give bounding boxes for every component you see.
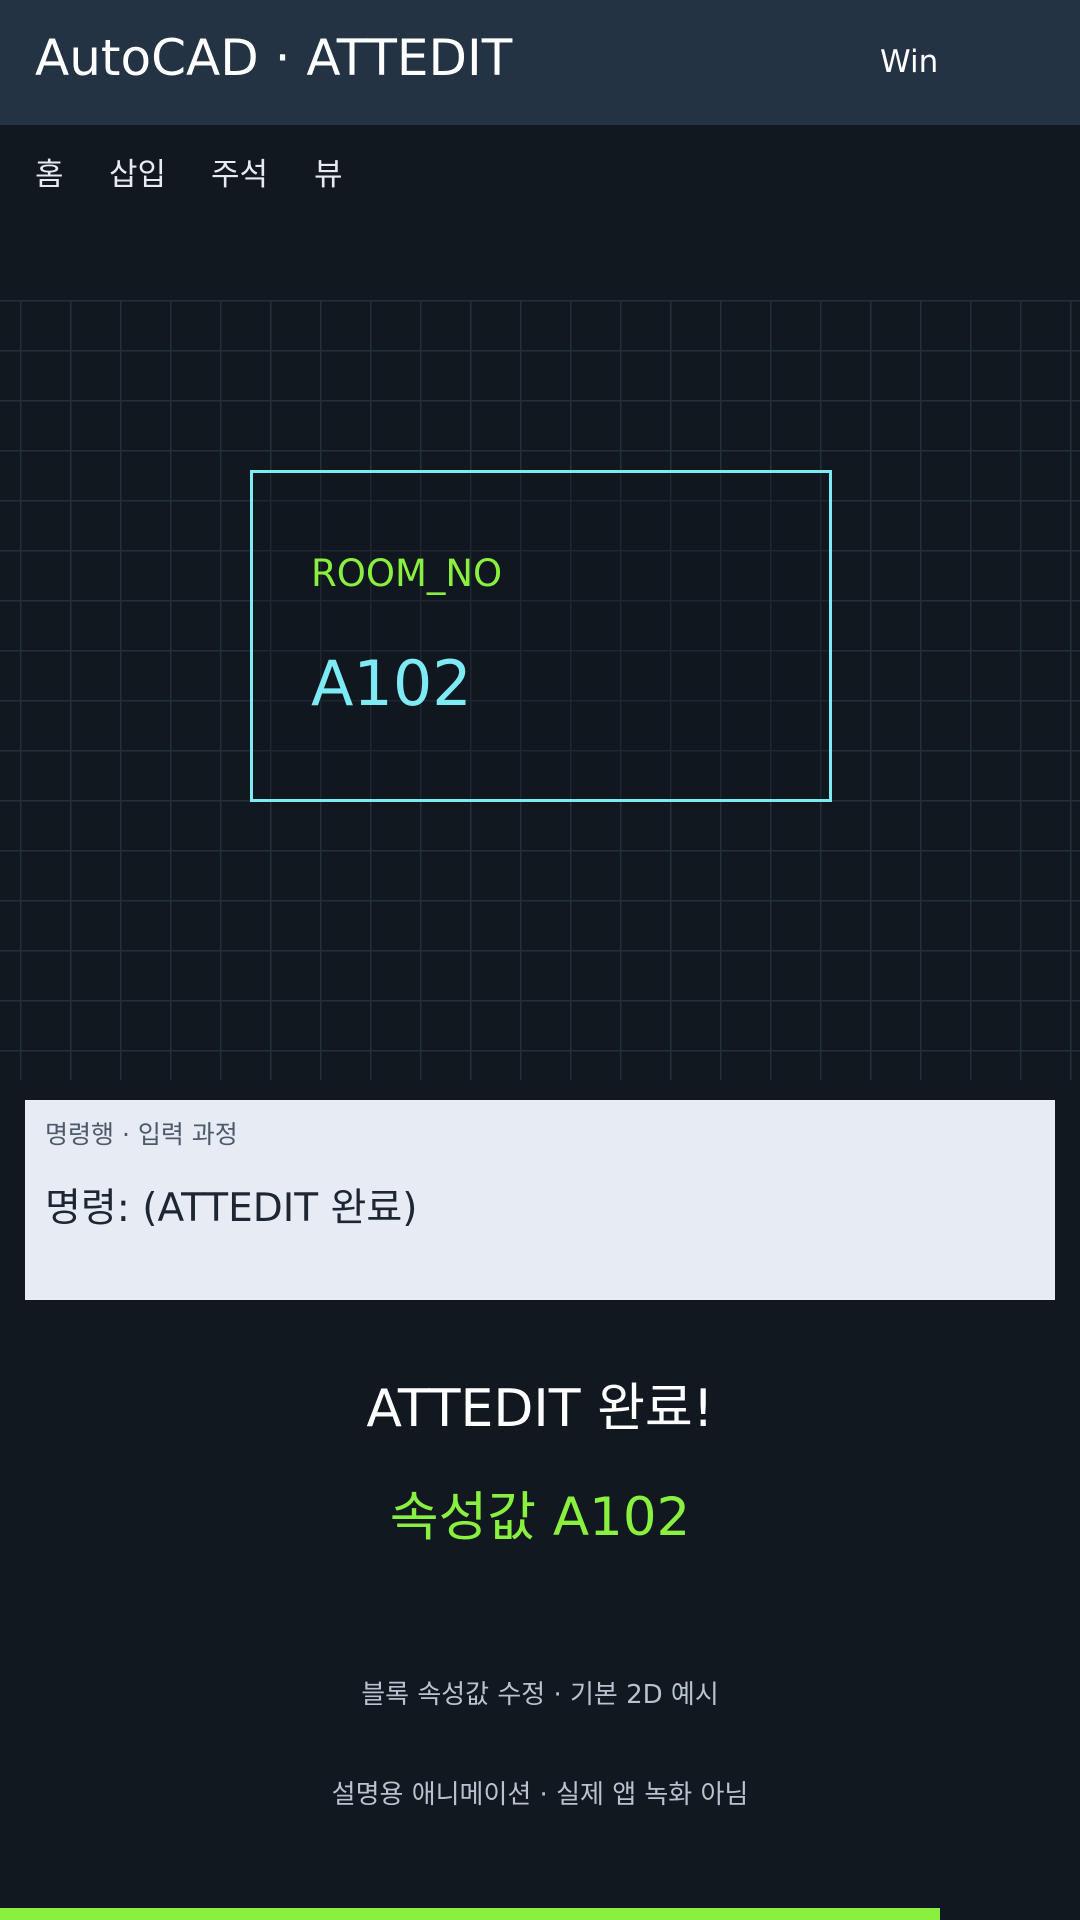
attribute-value[interactable]: A102 <box>311 648 472 720</box>
tab-view[interactable]: 뷰 <box>314 155 343 195</box>
completion-value: 속성값 A102 <box>389 1487 691 1548</box>
attribute-tag: ROOM_NO <box>311 552 503 595</box>
command-line-text[interactable]: 명령: (ATTEDIT 완료) <box>45 1185 418 1233</box>
progress-bar <box>0 1908 1080 1920</box>
progress-fill <box>0 1908 940 1920</box>
description-note: 블록 속성값 수정 · 기본 2D 예시 <box>361 1680 719 1710</box>
tab-annotate[interactable]: 주석 <box>211 155 268 195</box>
ribbon-tabs: 홈 삽입 주석 뷰 <box>0 125 1080 225</box>
tab-insert[interactable]: 삽입 <box>109 155 166 195</box>
platform-label: Win <box>880 44 939 80</box>
drawing-viewport[interactable]: ROOM_NO A102 <box>0 300 1080 1080</box>
completion-title: ATTEDIT 완료! <box>366 1379 714 1439</box>
tab-home[interactable]: 홈 <box>35 155 64 195</box>
command-line-panel: 명령행 · 입력 과정 명령: (ATTEDIT 완료) <box>25 1100 1055 1300</box>
disclaimer-note: 설명용 애니메이션 · 실제 앱 녹화 아님 <box>331 1780 749 1810</box>
attribute-block[interactable]: ROOM_NO A102 <box>250 470 832 802</box>
command-panel-caption: 명령행 · 입력 과정 <box>45 1120 238 1149</box>
title-bar: AutoCAD · ATTEDIT Win <box>0 0 1080 125</box>
app-title: AutoCAD · ATTEDIT <box>35 29 513 87</box>
